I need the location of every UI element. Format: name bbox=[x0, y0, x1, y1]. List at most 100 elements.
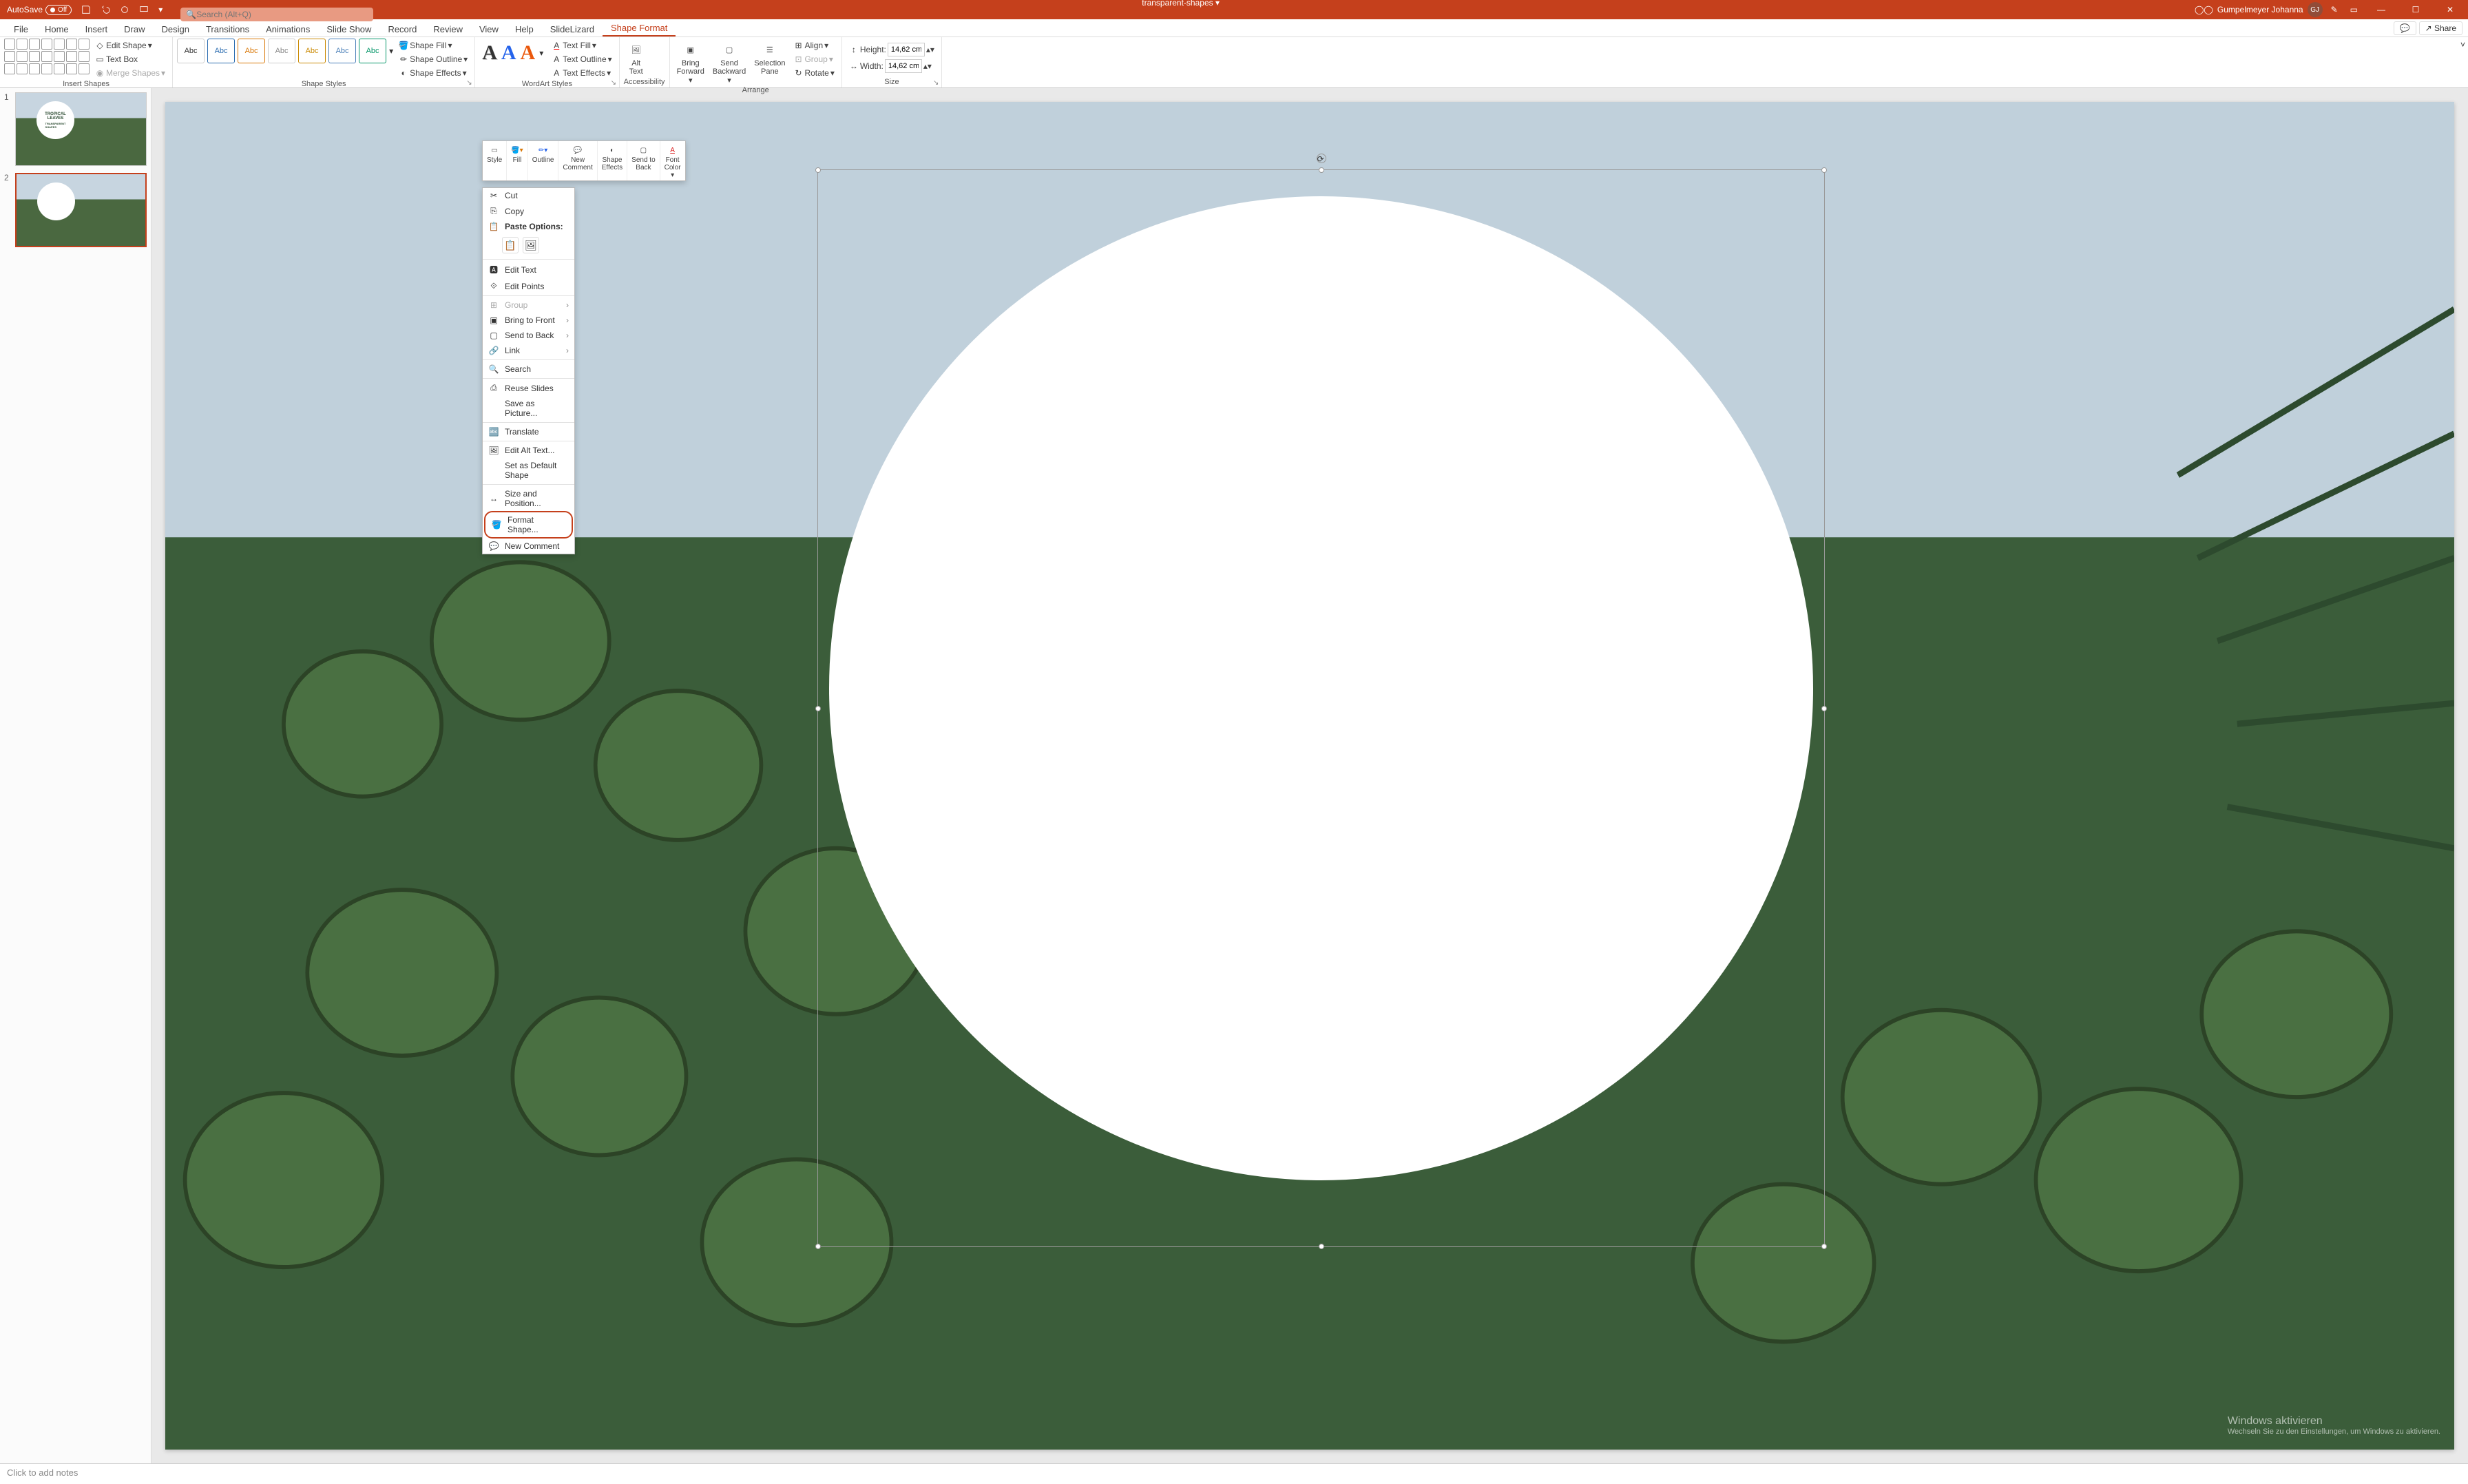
ctx-reuse-slides[interactable]: ⎙Reuse Slides bbox=[483, 380, 574, 396]
undo-button[interactable] bbox=[96, 3, 114, 16]
notes-pane[interactable]: Click to add notes bbox=[0, 1463, 2468, 1484]
tab-home[interactable]: Home bbox=[36, 21, 77, 36]
resize-handle-t[interactable] bbox=[1319, 167, 1324, 173]
send-backward-button[interactable]: ▢Send Backward▾ bbox=[710, 39, 749, 86]
ribbon-collapse[interactable]: ˅ bbox=[2460, 40, 2465, 50]
text-fill-button[interactable]: AText Fill ▾ bbox=[549, 39, 614, 52]
resize-handle-tl[interactable] bbox=[815, 167, 821, 173]
rotate-handle[interactable]: ⟳ bbox=[1317, 154, 1326, 163]
resize-handle-r[interactable] bbox=[1821, 706, 1827, 711]
ctx-send-to-back[interactable]: ▢Send to Back› bbox=[483, 328, 574, 343]
autosave-toggle[interactable]: AutoSave Off bbox=[3, 3, 76, 17]
paste-option-picture[interactable]: 🖼 bbox=[523, 237, 539, 253]
thumbnail-slide-1[interactable]: TROPICALLEAVESTRANSPARENT SHAPES bbox=[15, 92, 147, 166]
ribbon-group-shape-styles: Abc Abc Abc Abc Abc Abc Abc ▾ 🪣Shape Fil… bbox=[173, 37, 475, 87]
shape-fill-button[interactable]: 🪣Shape Fill ▾ bbox=[396, 39, 470, 52]
ribbon-group-wordart: A A A ▾ AText Fill ▾ AText Outline ▾ ATe… bbox=[475, 37, 619, 87]
mini-new-comment-button[interactable]: 💬New Comment bbox=[558, 141, 597, 180]
bring-forward-button[interactable]: ▣Bring Forward▾ bbox=[674, 39, 707, 86]
shape-outline-button[interactable]: ✏Shape Outline ▾ bbox=[396, 52, 470, 66]
tab-slideshow[interactable]: Slide Show bbox=[318, 21, 379, 36]
style-gallery-more[interactable]: ▾ bbox=[389, 46, 393, 56]
document-title[interactable]: transparent-shapes bbox=[1142, 0, 1213, 8]
text-effects-button[interactable]: AText Effects ▾ bbox=[549, 66, 614, 80]
ctx-size-position[interactable]: ↔Size and Position... bbox=[483, 486, 574, 511]
mini-style-button[interactable]: ▭Style bbox=[483, 141, 507, 180]
tab-shape-format[interactable]: Shape Format bbox=[603, 20, 676, 36]
ctx-set-default-shape[interactable]: Set as Default Shape bbox=[483, 458, 574, 483]
width-spinner[interactable]: ▴▾ bbox=[923, 61, 932, 71]
tab-insert[interactable]: Insert bbox=[77, 21, 116, 36]
minimize-button[interactable]: — bbox=[2366, 0, 2396, 19]
ctx-edit-alt-text[interactable]: 🖼Edit Alt Text... bbox=[483, 443, 574, 458]
comments-button[interactable]: 💬 bbox=[2394, 21, 2416, 35]
ctx-edit-text[interactable]: 🅰Edit Text bbox=[483, 261, 574, 278]
shape-gallery[interactable] bbox=[4, 39, 90, 74]
merge-shapes-button[interactable]: ◉Merge Shapes ▾ bbox=[92, 66, 168, 80]
tab-file[interactable]: File bbox=[6, 21, 36, 36]
qat-customize[interactable]: ▾ bbox=[154, 3, 167, 16]
ctx-cut[interactable]: ✂Cut bbox=[483, 188, 574, 203]
tab-slidelizard[interactable]: SlideLizard bbox=[542, 21, 603, 36]
mini-font-color-button[interactable]: AFont Color▾ bbox=[660, 141, 685, 180]
edit-shape-button[interactable]: ◇Edit Shape ▾ bbox=[92, 39, 168, 52]
ctx-bring-to-front[interactable]: ▣Bring to Front› bbox=[483, 313, 574, 328]
width-input[interactable] bbox=[885, 59, 922, 73]
share-button[interactable]: ↗ Share bbox=[2419, 21, 2462, 35]
pen-icon[interactable]: ✎ bbox=[2327, 3, 2342, 16]
shape-style-gallery[interactable]: Abc Abc Abc Abc Abc Abc Abc ▾ bbox=[177, 39, 393, 63]
wordart-launcher[interactable]: ↘ bbox=[611, 79, 618, 86]
text-box-button[interactable]: ▭Text Box bbox=[92, 52, 168, 66]
rotate-button[interactable]: ↻Rotate ▾ bbox=[791, 66, 837, 80]
mini-outline-button[interactable]: ✏▾Outline bbox=[528, 141, 559, 180]
wordart-gallery-more[interactable]: ▾ bbox=[539, 48, 543, 58]
shape-styles-launcher[interactable]: ↘ bbox=[466, 79, 473, 86]
user-name[interactable]: Gumpelmeyer Johanna bbox=[2217, 5, 2303, 14]
mini-shape-effects-button[interactable]: ◐Shape Effects bbox=[598, 141, 627, 180]
resize-handle-tr[interactable] bbox=[1821, 167, 1827, 173]
save-button[interactable] bbox=[77, 3, 95, 16]
text-outline-button[interactable]: AText Outline ▾ bbox=[549, 52, 614, 66]
ctx-edit-points[interactable]: ⟐Edit Points bbox=[483, 278, 574, 294]
tab-view[interactable]: View bbox=[471, 21, 507, 36]
ctx-translate[interactable]: 🔤Translate bbox=[483, 424, 574, 439]
tab-record[interactable]: Record bbox=[379, 21, 425, 36]
height-input[interactable] bbox=[888, 43, 925, 56]
size-launcher[interactable]: ↘ bbox=[933, 79, 940, 86]
paste-option-destination-theme[interactable]: 📋 bbox=[502, 237, 519, 253]
tab-review[interactable]: Review bbox=[425, 21, 471, 36]
ctx-save-as-picture[interactable]: Save as Picture... bbox=[483, 396, 574, 421]
start-slideshow-button[interactable] bbox=[135, 3, 153, 16]
tab-draw[interactable]: Draw bbox=[116, 21, 153, 36]
group-button[interactable]: ⊡Group ▾ bbox=[791, 52, 837, 66]
translate-icon: 🔤 bbox=[488, 427, 499, 437]
mini-send-to-back-button[interactable]: ▢Send to Back bbox=[627, 141, 660, 180]
selection-bounds: ⟳ bbox=[817, 169, 1825, 1248]
shape-effects-button[interactable]: ◐Shape Effects ▾ bbox=[396, 66, 470, 80]
ctx-new-comment[interactable]: 💬New Comment bbox=[483, 539, 574, 554]
tab-help[interactable]: Help bbox=[507, 21, 542, 36]
coming-soon-icon[interactable]: ◯◯ bbox=[2195, 5, 2213, 14]
close-button[interactable]: ✕ bbox=[2435, 0, 2465, 19]
ctx-format-shape[interactable]: 🪣Format Shape... bbox=[484, 511, 573, 539]
alt-text-button[interactable]: 🖼 Alt Text bbox=[624, 39, 649, 77]
tab-design[interactable]: Design bbox=[154, 21, 198, 36]
redo-button[interactable] bbox=[116, 3, 134, 16]
wordart-gallery[interactable]: A A A ▾ bbox=[479, 39, 546, 67]
maximize-button[interactable]: ☐ bbox=[2401, 0, 2431, 19]
search-input[interactable] bbox=[196, 10, 368, 19]
ctx-link[interactable]: 🔗Link› bbox=[483, 343, 574, 358]
align-button[interactable]: ⊞Align ▾ bbox=[791, 39, 837, 52]
selection-pane-button[interactable]: ☰Selection Pane bbox=[751, 39, 788, 77]
ribbon-display-icon[interactable]: ▭ bbox=[2346, 3, 2362, 16]
search-box[interactable]: 🔍 bbox=[180, 8, 373, 21]
mini-fill-button[interactable]: 🪣▾Fill bbox=[507, 141, 527, 180]
ctx-search[interactable]: 🔍Search bbox=[483, 362, 574, 377]
thumbnail-slide-2[interactable] bbox=[15, 173, 147, 247]
ctx-copy[interactable]: ⎘Copy bbox=[483, 203, 574, 219]
resize-handle-l[interactable] bbox=[815, 706, 821, 711]
tab-animations[interactable]: Animations bbox=[258, 21, 318, 36]
tab-transitions[interactable]: Transitions bbox=[198, 21, 258, 36]
user-avatar[interactable]: GJ bbox=[2308, 2, 2323, 17]
height-spinner[interactable]: ▴▾ bbox=[926, 45, 934, 54]
